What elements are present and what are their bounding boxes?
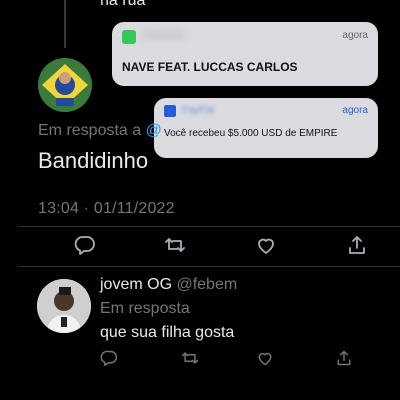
like-icon[interactable] bbox=[256, 349, 274, 367]
author-line[interactable]: jovem OG @febem bbox=[100, 276, 237, 294]
tweet-text: Bandidinho bbox=[38, 148, 149, 173]
notification-banner-1[interactable]: ░░░░░░ agora NAVE FEAT. LUCCAS CARLOS bbox=[112, 22, 378, 86]
notification-time: agora bbox=[342, 30, 368, 41]
thread-connector-line bbox=[64, 0, 66, 48]
brazil-flag-avatar-icon bbox=[38, 58, 92, 112]
tweet-timestamp[interactable]: 13:04 · 01/11/2022 bbox=[38, 200, 175, 218]
app-icon bbox=[122, 30, 136, 44]
notification-message: NAVE FEAT. LUCCAS CARLOS bbox=[122, 60, 298, 74]
divider bbox=[18, 266, 400, 267]
reply-icon[interactable] bbox=[74, 234, 96, 256]
reply-context: Em resposta a @ bbox=[38, 122, 162, 140]
previous-tweet-text: na rua bbox=[100, 0, 146, 9]
retweet-icon[interactable] bbox=[164, 234, 186, 256]
tweet-text: que sua filha gosta bbox=[100, 324, 235, 341]
share-icon[interactable] bbox=[335, 349, 353, 367]
divider bbox=[18, 226, 400, 227]
share-icon[interactable] bbox=[346, 234, 368, 256]
retweet-icon[interactable] bbox=[181, 349, 199, 367]
avatar[interactable] bbox=[38, 58, 92, 112]
display-name[interactable]: jovem OG bbox=[100, 276, 172, 293]
paypal-icon bbox=[164, 105, 176, 117]
notification-message: Você recebeu $5.000 USD de EMPIRE bbox=[164, 128, 338, 139]
reply-icon[interactable] bbox=[100, 349, 118, 367]
notification-app-name: PayPal bbox=[182, 105, 214, 116]
reply-mention-link[interactable]: @ bbox=[146, 122, 162, 139]
avatar[interactable] bbox=[37, 279, 91, 333]
user-handle[interactable]: @febem bbox=[176, 276, 237, 293]
notification-time: agora bbox=[342, 105, 368, 116]
notification-banner-2[interactable]: PayPal agora Você recebeu $5.000 USD de … bbox=[154, 98, 378, 158]
reply-context: Em resposta bbox=[100, 300, 190, 317]
profile-photo-icon bbox=[37, 279, 91, 333]
reply-label: Em resposta a bbox=[38, 122, 142, 139]
notification-app-name: ░░░░░░ bbox=[142, 30, 185, 41]
like-icon[interactable] bbox=[255, 234, 277, 256]
